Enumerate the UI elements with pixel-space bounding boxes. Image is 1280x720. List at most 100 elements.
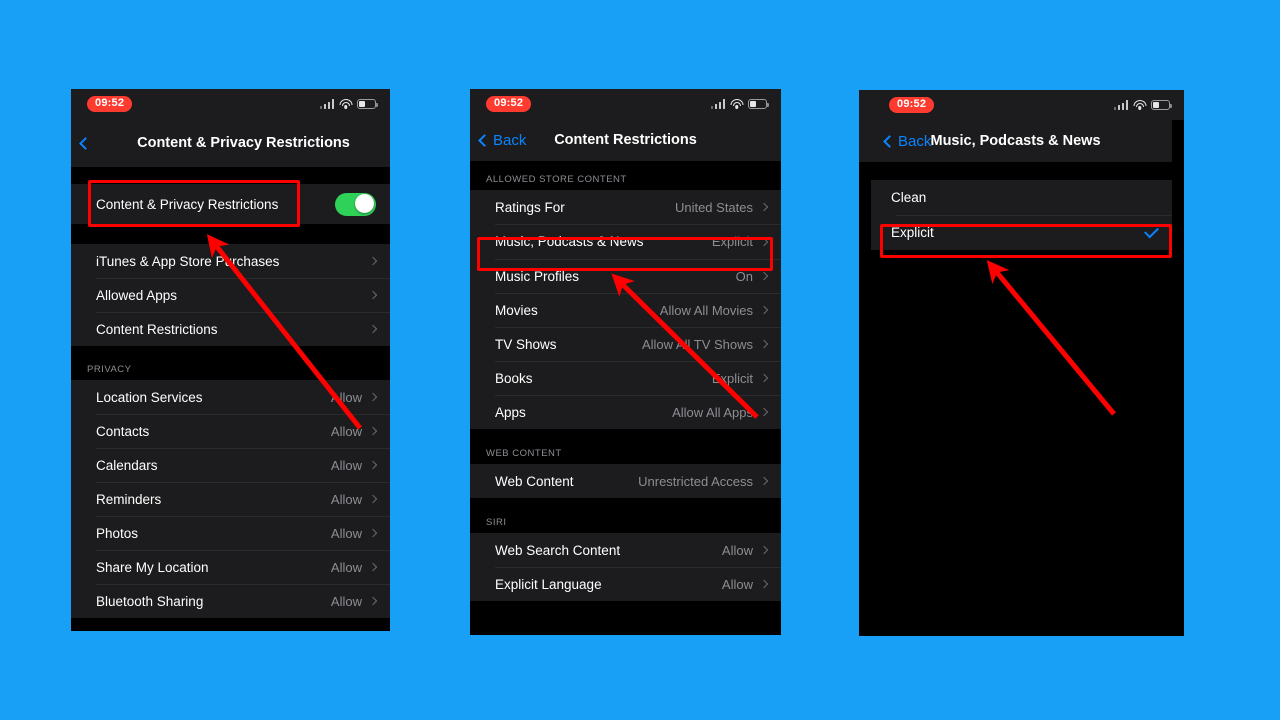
row-value: Allow (330, 457, 362, 473)
row-reminders[interactable]: Reminders Allow (71, 482, 390, 516)
row-label: Explicit (891, 225, 934, 240)
row-location-services[interactable]: Location Services Allow (71, 380, 390, 414)
chevron-right-icon (368, 324, 378, 334)
chevron-left-icon (883, 134, 896, 148)
row-label: Location Services (96, 389, 203, 405)
chevron-right-icon (368, 392, 378, 402)
row-label: TV Shows (495, 336, 557, 352)
row-explicit-language[interactable]: Explicit Language Allow (470, 567, 781, 601)
row-itunes-app-store-purchases[interactable]: iTunes & App Store Purchases (71, 244, 390, 278)
row-value: Explicit (711, 234, 753, 249)
row-web-search-content[interactable]: Web Search Content Allow (470, 533, 781, 567)
settings-group-rating-options: Clean Explicit (871, 180, 1172, 250)
row-label: Movies (495, 302, 538, 318)
status-bar-icons (710, 99, 769, 109)
chevron-right-icon (759, 202, 769, 212)
chevron-right-icon (759, 237, 769, 246)
row-label: Ratings For (495, 199, 565, 215)
row-allowed-apps[interactable]: Allowed Apps (71, 278, 390, 312)
cellular-signal-icon (1113, 100, 1128, 110)
chevron-right-icon (368, 494, 378, 504)
chevron-right-icon (759, 271, 769, 281)
row-photos[interactable]: Photos Allow (71, 516, 390, 550)
chevron-right-icon (368, 256, 378, 266)
screenshot-stage: 09:52 Content & Privacy Restrictions Con… (0, 0, 1280, 720)
phone-3-screen: 09:52 Back Music, Podcasts & News Clean … (859, 90, 1184, 636)
row-label: iTunes & App Store Purchases (96, 253, 280, 269)
row-label: Bluetooth Sharing (96, 593, 204, 609)
chevron-right-icon (759, 305, 769, 315)
battery-icon (748, 99, 769, 109)
back-button-label: Back (898, 132, 932, 150)
row-content-restrictions[interactable]: Content Restrictions (71, 312, 390, 346)
row-books[interactable]: Books Explicit (470, 361, 781, 395)
row-label: Allowed Apps (96, 287, 178, 303)
nav-bar: Back Content Restrictions (470, 119, 781, 161)
row-value: Allow (330, 593, 362, 609)
row-value: Allow (330, 491, 362, 507)
row-value: Allow All Movies (659, 302, 753, 318)
row-value: Allow (330, 423, 362, 439)
row-ratings-for[interactable]: Ratings For United States (470, 190, 781, 224)
row-label: Calendars (96, 457, 158, 473)
row-content-privacy-restrictions[interactable]: Content & Privacy Restrictions (71, 184, 390, 224)
row-apps[interactable]: Apps Allow All Apps (470, 395, 781, 429)
phone-screenshot-1: 09:52 Content & Privacy Restrictions Con… (71, 89, 390, 631)
settings-list[interactable]: Content & Privacy Restrictions iTunes & … (71, 167, 390, 631)
row-share-my-location[interactable]: Share My Location Allow (71, 550, 390, 584)
status-bar: 09:52 (470, 89, 781, 119)
ratings-options-list[interactable]: Clean Explicit (871, 162, 1172, 636)
row-calendars[interactable]: Calendars Allow (71, 448, 390, 482)
row-value: Allow All Apps (672, 404, 753, 420)
chevron-right-icon (759, 476, 769, 486)
battery-icon (1151, 100, 1172, 110)
wifi-icon (339, 99, 352, 109)
row-value: Unrestricted Access (638, 473, 753, 489)
row-label: Content & Privacy Restrictions (96, 196, 279, 212)
status-bar: 09:52 (71, 89, 390, 119)
row-label: Web Content (495, 473, 574, 489)
back-button[interactable]: Back (478, 131, 527, 149)
row-value: Allow (330, 389, 362, 405)
status-bar-time: 09:52 (486, 96, 532, 112)
settings-group-privacy: Location Services Allow Contacts Allow C… (71, 380, 390, 618)
settings-group-web-content: Web Content Unrestricted Access (470, 464, 781, 498)
page-title: Content & Privacy Restrictions (137, 135, 350, 151)
row-bluetooth-sharing[interactable]: Bluetooth Sharing Allow (71, 584, 390, 618)
chevron-right-icon (759, 339, 769, 349)
row-label: Content Restrictions (96, 321, 218, 337)
cellular-signal-icon (710, 99, 725, 109)
row-value: Allow (721, 542, 753, 558)
row-label: Music Profiles (495, 268, 580, 284)
chevron-right-icon (759, 373, 769, 383)
row-label: Share My Location (96, 559, 209, 575)
row-contacts[interactable]: Contacts Allow (71, 414, 390, 448)
chevron-right-icon (759, 545, 769, 555)
chevron-right-icon (368, 562, 378, 572)
chevron-right-icon (368, 426, 378, 436)
row-option-clean[interactable]: Clean (871, 180, 1172, 215)
content-privacy-restrictions-toggle[interactable] (335, 192, 376, 216)
row-value: Allow (330, 525, 362, 541)
settings-list[interactable]: ALLOWED STORE CONTENT Ratings For United… (470, 161, 781, 635)
row-label: Apps (495, 404, 526, 420)
checkmark-icon (1144, 223, 1159, 238)
row-tv-shows[interactable]: TV Shows Allow All TV Shows (470, 327, 781, 361)
row-value: On (735, 268, 753, 284)
status-bar-time: 09:52 (87, 96, 133, 112)
back-button[interactable]: Back (883, 132, 932, 150)
row-option-explicit[interactable]: Explicit (871, 215, 1172, 250)
section-header-web-content: WEB CONTENT (486, 448, 562, 459)
back-button-label: Back (493, 131, 527, 149)
row-value: Explicit (711, 370, 753, 386)
wifi-icon (1133, 100, 1146, 110)
row-music-profiles[interactable]: Music Profiles On (470, 259, 781, 293)
wifi-icon (730, 99, 743, 109)
row-movies[interactable]: Movies Allow All Movies (470, 293, 781, 327)
row-music-podcasts-news[interactable]: Music, Podcasts & News Explicit (470, 224, 781, 259)
back-button[interactable] (79, 136, 94, 150)
row-web-content[interactable]: Web Content Unrestricted Access (470, 464, 781, 498)
row-label: Web Search Content (495, 542, 621, 558)
phone-1-screen: 09:52 Content & Privacy Restrictions Con… (71, 89, 390, 631)
chevron-right-icon (368, 528, 378, 538)
